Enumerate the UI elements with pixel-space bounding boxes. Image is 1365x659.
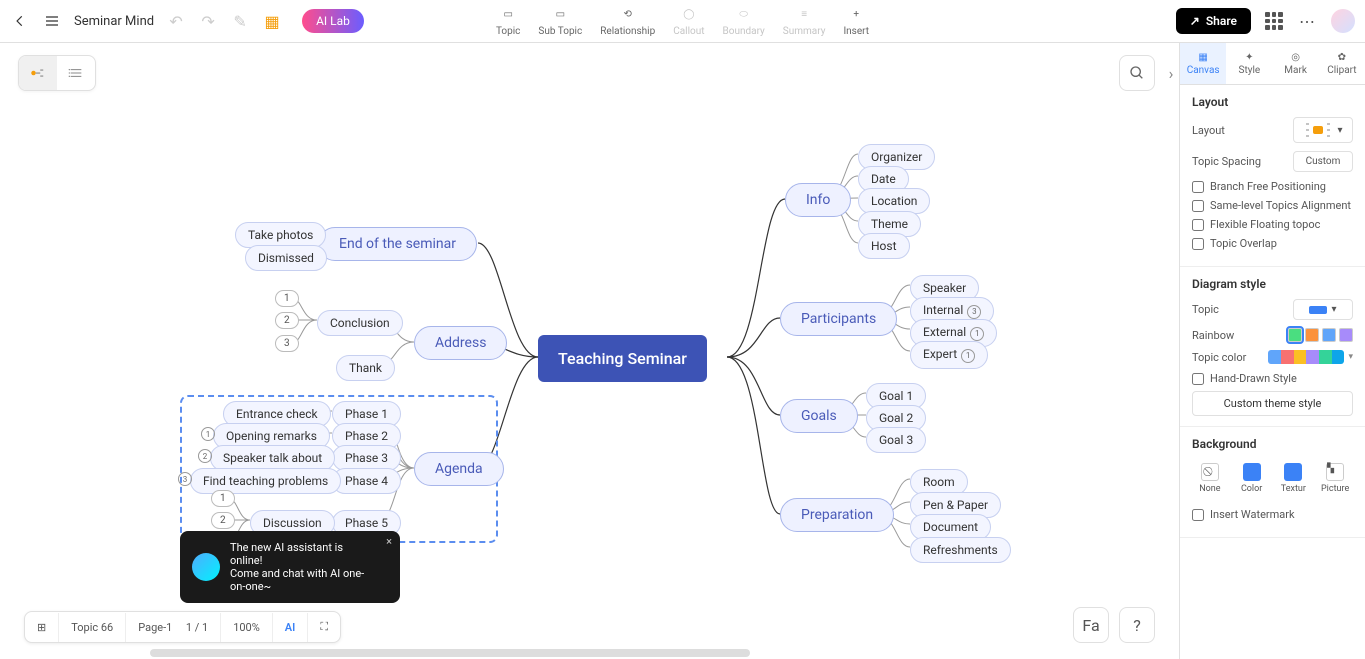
ai-button[interactable]: AI — [273, 613, 309, 642]
branch-goals[interactable]: Goals — [780, 399, 858, 433]
bg-none[interactable]: ⃠None — [1192, 459, 1228, 498]
tab-clipart[interactable]: ✿Clipart — [1319, 43, 1365, 85]
tab-canvas[interactable]: ▦Canvas — [1180, 43, 1226, 85]
share-button[interactable]: ↗Share — [1176, 8, 1251, 34]
leaf[interactable]: Expert1 — [910, 341, 988, 369]
close-icon[interactable]: × — [386, 535, 392, 548]
leaf[interactable]: Phase 4 — [332, 468, 401, 494]
leaf[interactable]: Conclusion — [317, 310, 403, 336]
leaf[interactable]: 2 — [211, 512, 235, 529]
badge: 1 — [201, 427, 215, 441]
callout-tool[interactable]: ◯Callout — [673, 6, 704, 37]
clipart-icon: ✿ — [1338, 52, 1346, 63]
diagram-heading: Diagram style — [1192, 277, 1353, 291]
bottom-bar: ⊞ Topic 66 Page-1 1 / 1 100% AI ⛶ — [24, 611, 341, 643]
horizontal-scrollbar[interactable] — [150, 649, 750, 657]
branch-participants[interactable]: Participants — [780, 302, 897, 336]
topic-tool[interactable]: ▭Topic — [496, 6, 520, 37]
leaf[interactable]: Refreshments — [910, 537, 1011, 563]
redo-icon[interactable]: ↷ — [198, 11, 218, 31]
relationship-tool[interactable]: ⟲Relationship — [600, 6, 655, 37]
layout-select[interactable]: ▾ — [1293, 117, 1353, 143]
spacing-select[interactable]: Custom — [1293, 151, 1353, 172]
bg-texture[interactable]: Textur — [1276, 459, 1312, 498]
custom-theme-button[interactable]: Custom theme style — [1192, 391, 1353, 416]
branch-address[interactable]: Address — [414, 326, 507, 360]
more-icon[interactable]: ⋯ — [1297, 11, 1317, 31]
bg-color[interactable]: Color — [1234, 459, 1270, 498]
check-watermark[interactable]: Insert Watermark — [1192, 508, 1353, 521]
rainbow-opt[interactable] — [1322, 328, 1336, 342]
branch-preparation[interactable]: Preparation — [780, 498, 894, 532]
leaf[interactable]: 3 — [275, 335, 299, 352]
map-icon[interactable]: ⊞ — [25, 613, 59, 642]
boundary-tool[interactable]: ⬭Boundary — [723, 6, 765, 37]
chevron-down-icon[interactable]: ▾ — [1348, 352, 1353, 362]
badge: 2 — [198, 449, 212, 463]
page-indicator[interactable]: Page-1 1 / 1 — [126, 613, 221, 642]
menu-icon[interactable] — [42, 11, 62, 31]
right-panel: ▦Canvas ✦Style ◎Mark ✿Clipart Layout Lay… — [1179, 43, 1365, 659]
branch-end[interactable]: End of the seminar — [318, 227, 477, 261]
check-hand[interactable]: Hand-Drawn Style — [1192, 372, 1353, 385]
paint-icon[interactable]: ▦ — [262, 11, 282, 31]
leaf[interactable]: 2 — [275, 312, 299, 329]
fullscreen-icon[interactable]: ⛶ — [308, 612, 340, 642]
tab-style[interactable]: ✦Style — [1226, 43, 1272, 85]
ai-lab-button[interactable]: AI Lab — [302, 9, 364, 33]
font-icon[interactable]: Fa — [1073, 607, 1109, 643]
leaf[interactable]: Host — [858, 233, 910, 259]
root-node[interactable]: Teaching Seminar — [538, 335, 707, 382]
brush-icon[interactable]: ✎ — [230, 11, 250, 31]
layout-heading: Layout — [1192, 95, 1353, 109]
summary-tool[interactable]: ≡Summary — [783, 6, 826, 37]
topic-style-select[interactable]: ▾ — [1293, 299, 1353, 320]
insert-tool[interactable]: +Insert — [843, 6, 869, 37]
bg-heading: Background — [1192, 437, 1353, 451]
leaf[interactable]: 1 — [211, 490, 235, 507]
style-icon: ✦ — [1245, 52, 1253, 63]
tab-mark[interactable]: ◎Mark — [1273, 43, 1319, 85]
leaf[interactable]: Goal 3 — [866, 427, 926, 453]
undo-icon[interactable]: ↶ — [166, 11, 186, 31]
check-sla[interactable]: Same-level Topics Alignment — [1192, 199, 1353, 212]
back-icon[interactable] — [10, 11, 30, 31]
check-fft[interactable]: Flexible Floating topoc — [1192, 218, 1353, 231]
branch-info[interactable]: Info — [785, 183, 851, 217]
apps-icon[interactable] — [1265, 12, 1283, 30]
subtopic-tool[interactable]: ▭Sub Topic — [538, 6, 582, 37]
zoom-level[interactable]: 100% — [221, 613, 273, 642]
leaf[interactable]: Find teaching problems — [190, 468, 341, 494]
rainbow-opt[interactable] — [1339, 328, 1353, 342]
mark-icon: ◎ — [1291, 52, 1300, 63]
check-ovl[interactable]: Topic Overlap — [1192, 237, 1353, 250]
canvas[interactable]: Teaching Seminar Info Organizer Date Loc… — [0, 43, 1179, 659]
ai-toast: The new AI assistant is online! Come and… — [180, 531, 400, 603]
rainbow-swatches — [1288, 328, 1353, 342]
share-icon: ↗ — [1190, 14, 1200, 28]
help-icon[interactable]: ? — [1119, 607, 1155, 643]
topic-count[interactable]: Topic 66 — [59, 613, 126, 642]
bot-icon — [192, 553, 220, 581]
document-title: Seminar Mind — [74, 14, 154, 29]
avatar[interactable] — [1331, 9, 1355, 33]
leaf[interactable]: Thank — [336, 355, 395, 381]
rainbow-opt[interactable] — [1305, 328, 1319, 342]
branch-agenda[interactable]: Agenda — [414, 452, 504, 486]
canvas-icon: ▦ — [1198, 52, 1207, 63]
check-bfp[interactable]: Branch Free Positioning — [1192, 180, 1353, 193]
leaf[interactable]: 1 — [275, 290, 299, 307]
badge: 3 — [178, 472, 192, 486]
color-palette[interactable] — [1268, 350, 1344, 364]
bg-picture[interactable]: ▚Picture — [1317, 459, 1353, 498]
rainbow-opt[interactable] — [1288, 328, 1302, 342]
leaf[interactable]: Dismissed — [245, 245, 327, 271]
